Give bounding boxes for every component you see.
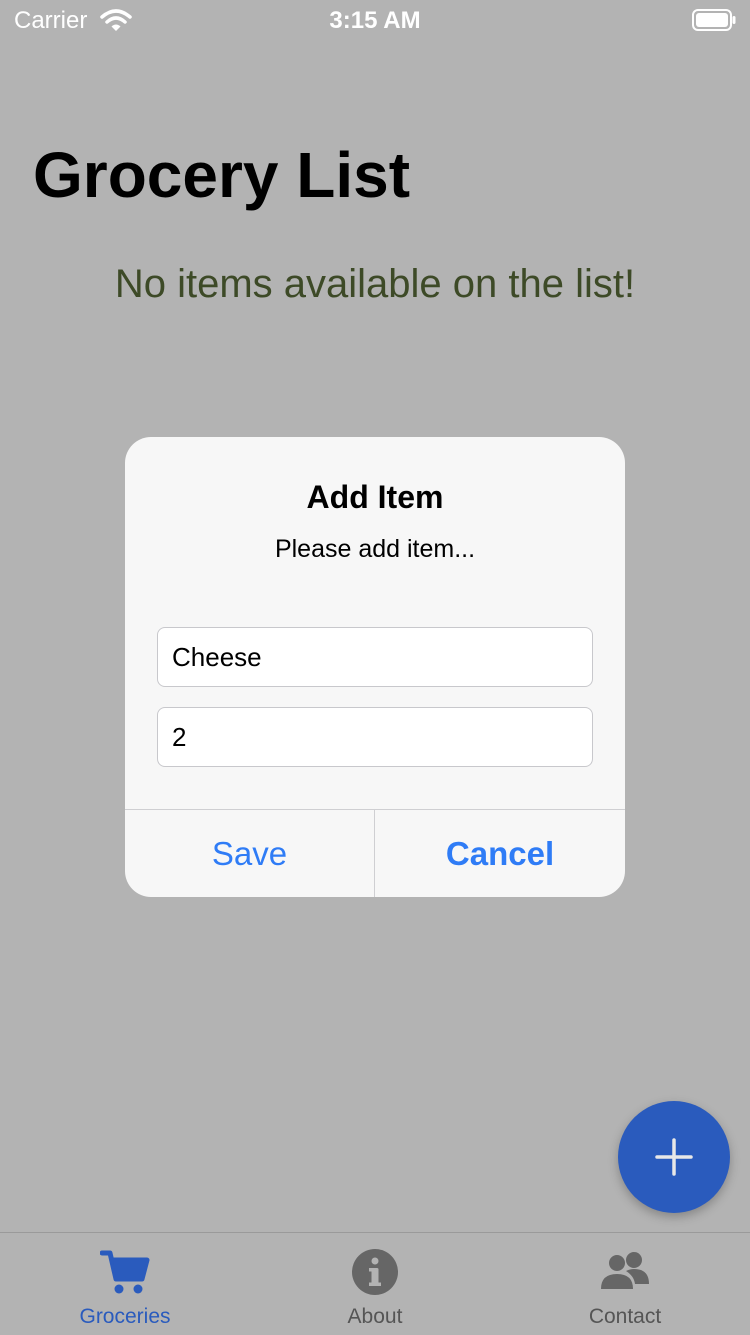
- info-icon: [352, 1249, 398, 1295]
- save-button[interactable]: Save: [125, 810, 375, 897]
- tab-label: Groceries: [79, 1305, 171, 1328]
- status-bar: Carrier 3:15 AM: [0, 0, 750, 40]
- battery-icon: [692, 9, 736, 31]
- dialog-actions: Save Cancel: [125, 809, 625, 897]
- tab-label: Contact: [588, 1305, 662, 1328]
- dialog-message: Please add item...: [274, 535, 476, 563]
- tab-about[interactable]: About: [250, 1233, 500, 1335]
- page-title: Grocery List: [33, 139, 411, 211]
- tab-groceries[interactable]: Groceries: [0, 1233, 250, 1335]
- cancel-button[interactable]: Cancel: [375, 810, 625, 897]
- item-name-input[interactable]: [157, 627, 593, 687]
- empty-list-message: No items available on the list!: [114, 262, 636, 306]
- add-item-fab[interactable]: [618, 1101, 730, 1213]
- quantity-input[interactable]: [157, 707, 593, 767]
- tab-label: About: [347, 1305, 403, 1328]
- cart-icon: [100, 1250, 150, 1294]
- people-icon: [601, 1252, 649, 1289]
- plus-icon: [655, 1138, 693, 1176]
- add-item-dialog: Add Item Please add item... Save Cancel: [125, 437, 625, 897]
- dialog-title: Add Item: [306, 479, 444, 515]
- tab-bar: Groceries About Contact: [0, 1232, 750, 1335]
- status-time: 3:15 AM: [329, 7, 421, 34]
- tab-contact[interactable]: Contact: [500, 1233, 750, 1335]
